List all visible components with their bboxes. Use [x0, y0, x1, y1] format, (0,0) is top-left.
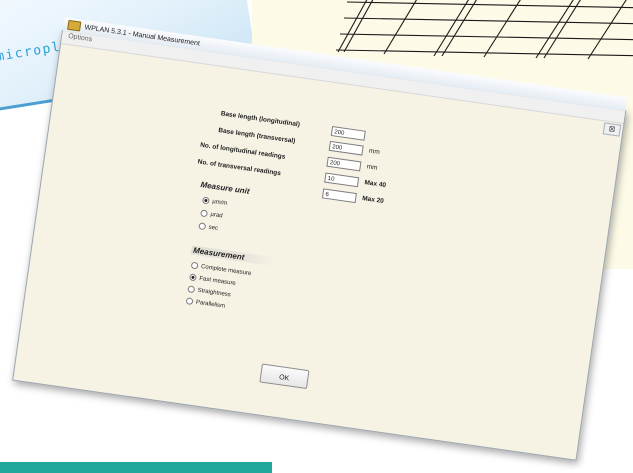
close-icon[interactable]: ⊠ — [602, 122, 622, 137]
radio-empty-icon — [190, 261, 199, 270]
base-length-transversal-label: Base length (transversal) — [217, 127, 296, 145]
measurement-option-straightness[interactable]: Straightness — [187, 285, 231, 298]
transversal-readings-input[interactable]: 10 — [324, 172, 360, 188]
measure-unit-option-sec[interactable]: sec — [198, 222, 218, 232]
base-length-transversal-unit: mm — [368, 147, 381, 156]
radio-selected-icon — [188, 273, 197, 282]
measurement-option-fast[interactable]: Fast measure — [188, 273, 236, 287]
base-length-longitudinal-input[interactable]: 200 — [330, 126, 366, 141]
radio-selected-icon — [201, 196, 210, 205]
longitudinal-readings-unit: mm — [366, 163, 378, 172]
longitudinal-readings-input[interactable]: 200 — [326, 156, 362, 172]
radio-empty-icon — [200, 209, 209, 218]
extra-readings-max: Max 20 — [361, 195, 385, 206]
measure-unit-option-urad[interactable]: µrad — [200, 209, 223, 219]
extra-readings-input[interactable]: 6 — [321, 188, 357, 204]
measure-unit-option-um-m[interactable]: µm/m — [201, 196, 228, 207]
brochure-teal-footer-bar — [0, 462, 272, 473]
base-length-longitudinal-label: Base length (longitudinal) — [220, 110, 301, 129]
folder-icon — [67, 19, 82, 32]
base-length-transversal-input[interactable]: 200 — [328, 140, 364, 156]
measure-unit-title: Measure unit — [199, 180, 251, 196]
manual-measurement-window: WPLAN 5.3.1 - Manual Measurement Options… — [12, 17, 628, 461]
longitudinal-readings-label: No. of longitudinal readings — [199, 141, 286, 161]
radio-empty-icon — [187, 285, 196, 294]
menu-options[interactable]: Options — [68, 33, 93, 43]
measurement-option-parallelism[interactable]: Parallelism — [185, 297, 226, 309]
transversal-readings-max: Max 40 — [364, 179, 387, 190]
ok-button[interactable]: OK — [259, 363, 310, 390]
radio-empty-icon — [198, 222, 207, 231]
transversal-readings-label: No. of transversal readings — [197, 158, 282, 178]
radio-empty-icon — [185, 297, 194, 306]
